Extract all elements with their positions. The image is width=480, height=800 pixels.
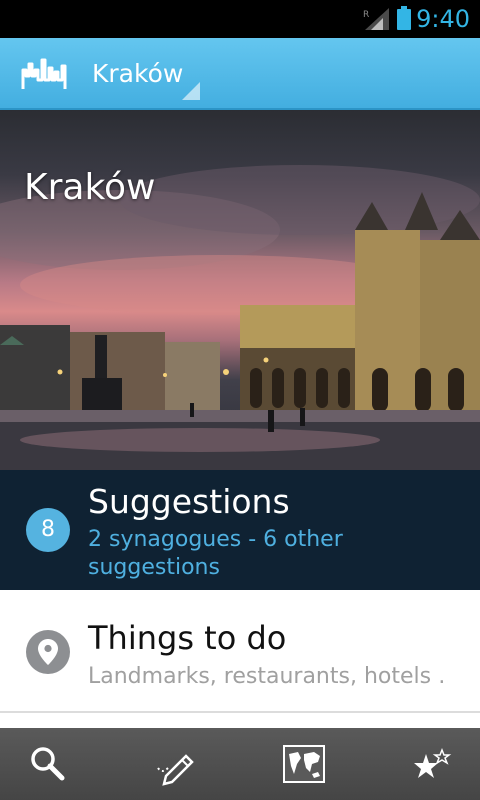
- roaming-indicator: R: [363, 10, 369, 20]
- map-pin-icon: [26, 630, 70, 674]
- bottom-toolbar: [0, 728, 480, 800]
- city-hero-image: Kraków: [0, 110, 480, 470]
- suggestions-count-badge: 8: [26, 508, 70, 552]
- signal-icon: R: [363, 8, 389, 30]
- action-bar: Kraków: [0, 38, 480, 110]
- location-label: Kraków: [92, 59, 184, 88]
- things-to-do-subtitle: Landmarks, restaurants, hotels …: [88, 664, 448, 689]
- status-bar: R 9:40: [0, 0, 480, 38]
- suggestions-title: Suggestions: [88, 482, 290, 521]
- search-icon[interactable]: [26, 742, 70, 786]
- battery-icon: [397, 6, 411, 30]
- pencil-icon[interactable]: [152, 742, 196, 786]
- suggestions-item[interactable]: 8 Suggestions 2 synagogues - 6 other sug…: [0, 470, 480, 590]
- suggestions-subtitle: 2 synagogues - 6 other suggestions: [88, 527, 343, 580]
- hero-city-title: Kraków: [24, 167, 156, 208]
- city-skyline-logo-icon[interactable]: [20, 56, 70, 92]
- world-map-icon[interactable]: [282, 742, 326, 786]
- favorites-stars-icon[interactable]: [410, 742, 454, 786]
- things-to-do-item[interactable]: Things to do Landmarks, restaurants, hot…: [0, 591, 480, 713]
- things-to-do-title: Things to do: [88, 619, 287, 657]
- location-spinner[interactable]: Kraków: [92, 38, 204, 108]
- city-scene-illustration: [0, 165, 480, 470]
- status-time: 9:40: [416, 5, 470, 33]
- spinner-corner-icon: [182, 82, 200, 100]
